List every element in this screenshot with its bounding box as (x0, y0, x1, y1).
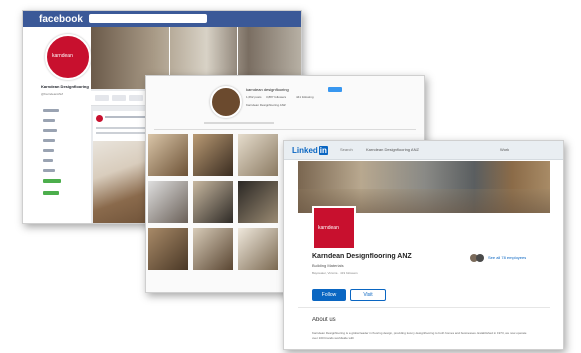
instagram-highlights-line (204, 122, 274, 124)
post-text-line (96, 132, 152, 134)
linkedin-meta: Bayswater, Victoria · 419 followers (312, 272, 358, 275)
instagram-grid-post[interactable] (148, 228, 188, 270)
linkedin-logo-in: in (318, 146, 328, 155)
instagram-bio: Karndean Designflooring ANZ (246, 104, 286, 107)
sidebar-item-about[interactable] (43, 169, 55, 172)
instagram-grid-post[interactable] (148, 134, 188, 176)
karndean-logo: karndean (318, 225, 339, 231)
instagram-grid-post[interactable] (238, 181, 278, 223)
instagram-grid-post[interactable] (193, 134, 233, 176)
instagram-grid-post[interactable] (193, 181, 233, 223)
linkedin-follow-button[interactable]: Follow (312, 289, 346, 301)
sidebar-item-posts[interactable] (43, 159, 53, 162)
sidebar-item-reviews[interactable] (43, 119, 55, 122)
instagram-grid-post[interactable] (238, 134, 278, 176)
sidebar-item-events[interactable] (43, 149, 54, 152)
sidebar-item-photos[interactable] (43, 129, 57, 132)
see-all-employees-link[interactable]: See all 78 employees (488, 256, 526, 260)
linkedin-top-bar: Linked in Search Karndean Designflooring … (284, 141, 563, 160)
linkedin-search-input[interactable]: Search (340, 148, 353, 152)
facebook-top-bar: facebook (23, 11, 301, 27)
linkedin-company-screenshot: Linked in Search Karndean Designflooring … (283, 140, 564, 350)
instagram-grid-divider (154, 129, 416, 130)
section-divider (298, 307, 550, 308)
linkedin-logo-text: Linked (292, 146, 318, 155)
instagram-following-count: 441 following (296, 96, 314, 99)
instagram-grid-post[interactable] (193, 228, 233, 270)
facebook-profile-avatar[interactable]: karndean (45, 34, 91, 80)
linkedin-logo[interactable]: Linked in (292, 146, 328, 155)
linkedin-nav-company[interactable]: Karndean Designflooring ANZ (366, 148, 419, 152)
instagram-grid-post[interactable] (148, 181, 188, 223)
instagram-profile-avatar[interactable] (210, 86, 242, 118)
about-us-heading: About us (312, 317, 336, 323)
linkedin-company-name: Karndean Designflooring ANZ (312, 253, 412, 260)
sidebar-item-videos[interactable] (43, 139, 55, 142)
linkedin-nav-work[interactable]: Work (500, 148, 509, 152)
facebook-search-input[interactable] (89, 14, 207, 23)
instagram-grid-post[interactable] (238, 228, 278, 270)
linkedin-visit-button[interactable]: Visit (350, 289, 386, 301)
post-author-line (105, 116, 145, 118)
about-us-text: Karndean Designflooring is a global lead… (312, 331, 527, 340)
facebook-logo[interactable]: facebook (39, 14, 83, 25)
like-button[interactable] (95, 95, 109, 101)
follow-button[interactable] (112, 95, 126, 101)
post-avatar (96, 115, 103, 122)
sidebar-item-community[interactable] (43, 179, 61, 183)
employee-avatar (476, 254, 484, 262)
page-handle: @KarndeanANZ (41, 93, 64, 96)
instagram-username: karndean designflooring (246, 88, 289, 92)
karndean-logo: karndean (52, 53, 73, 59)
sidebar-item-home[interactable] (43, 109, 59, 112)
page-name: Karndean Designflooring ANZ (41, 85, 89, 89)
share-button[interactable] (129, 95, 143, 101)
instagram-followers-count: 3,887 followers (266, 96, 287, 99)
linkedin-industry: Building Materials (312, 264, 344, 268)
sidebar-item-info-and-ads[interactable] (43, 191, 59, 195)
linkedin-company-logo[interactable]: karndean (312, 206, 356, 250)
instagram-posts-count: 1,662 posts (246, 96, 262, 99)
instagram-follow-button[interactable] (328, 87, 342, 92)
